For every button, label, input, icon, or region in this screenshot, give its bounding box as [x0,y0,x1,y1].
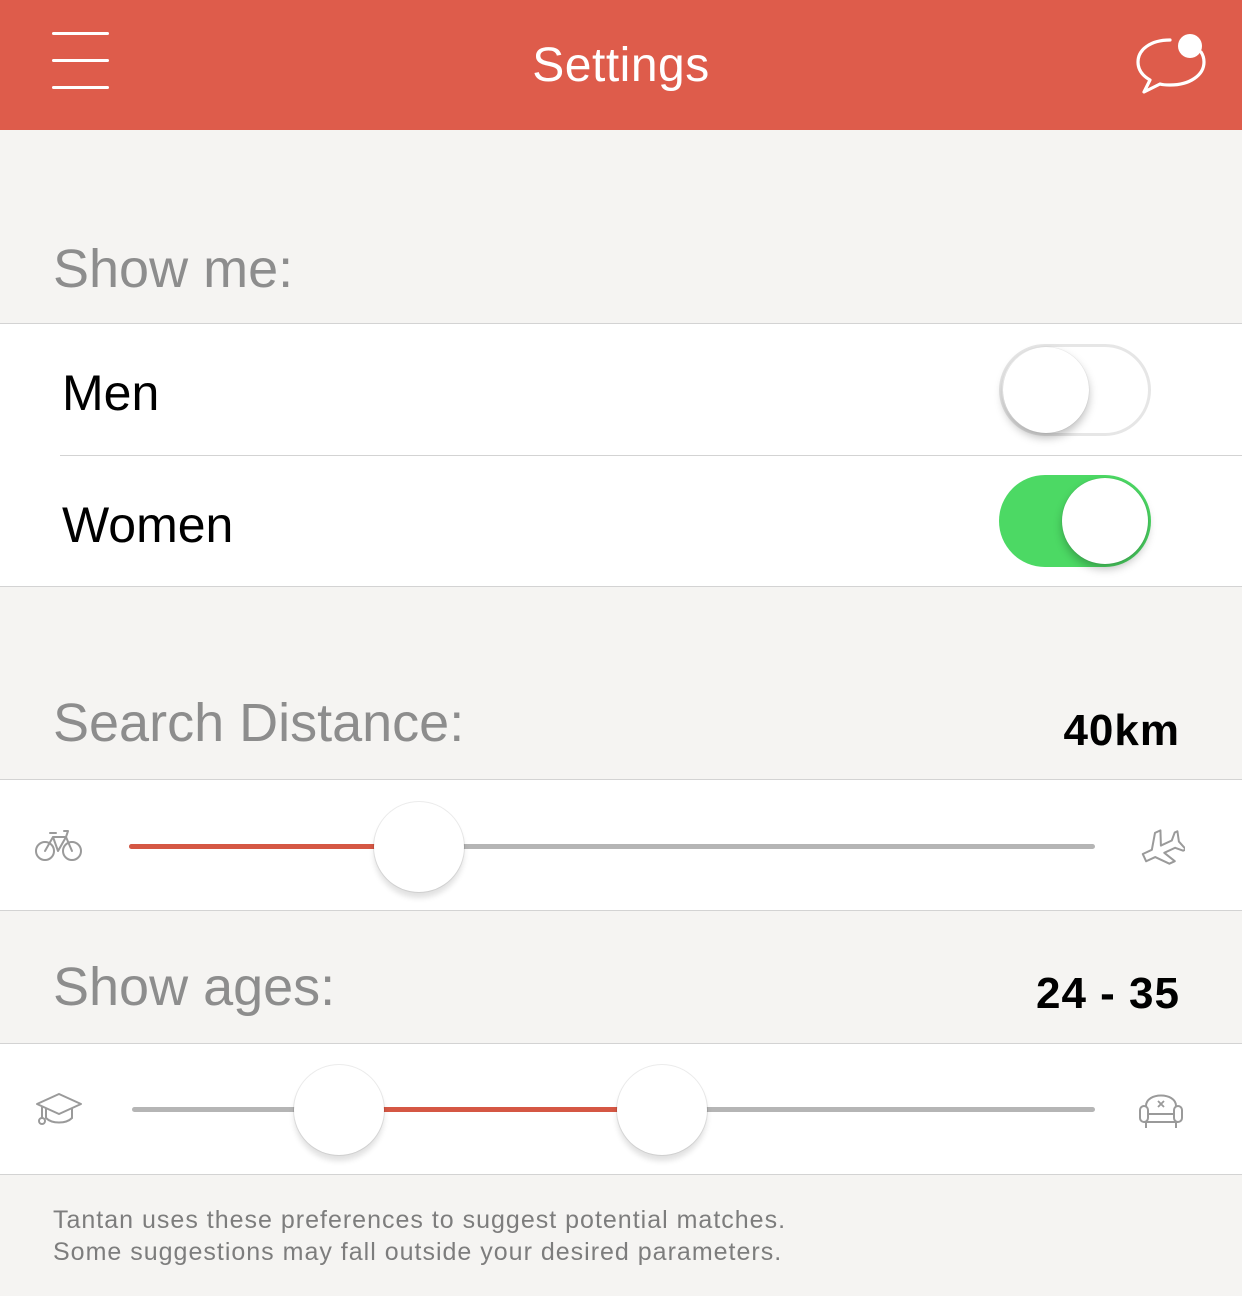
show-me-label: Show me: [53,239,294,299]
page-title: Settings [532,39,710,92]
menu-icon [52,86,109,89]
ages-panel [0,1043,1242,1175]
preferences-footnote: Tantan uses these preferences to suggest… [53,1204,1203,1268]
min-age-slider-thumb[interactable] [294,1065,385,1155]
women-label: Women [62,497,234,553]
ages-track-fill [339,1107,662,1112]
show-ages-label: Show ages: [53,957,336,1017]
menu-button[interactable] [46,26,116,96]
chat-bubble-icon [1136,34,1206,94]
men-toggle[interactable] [999,344,1151,436]
distance-slider-thumb[interactable] [373,802,464,892]
menu-icon [52,32,109,35]
row-divider [60,455,1242,456]
graduation-cap-icon [36,1093,82,1125]
nav-bar: Settings [0,0,1242,130]
footnote-line: Tantan uses these preferences to suggest… [53,1206,787,1234]
toggle-knob [1003,347,1089,433]
search-distance-label: Search Distance: [53,693,465,753]
gender-panel: Men Women [0,323,1242,587]
show-ages-value: 24 - 35 [1036,969,1180,1018]
armchair-icon [1139,1094,1183,1128]
search-distance-value: 40km [1063,706,1180,755]
bicycle-icon [35,830,82,861]
men-label: Men [62,365,160,421]
messages-button[interactable] [1130,26,1212,102]
women-toggle[interactable] [999,475,1151,567]
max-age-slider-thumb[interactable] [616,1065,707,1155]
toggle-knob [1062,478,1148,564]
menu-icon [52,59,109,62]
airplane-icon [1141,829,1185,865]
notification-dot [1178,34,1202,58]
distance-panel [0,779,1242,911]
footnote-line: Some suggestions may fall outside your d… [53,1238,783,1266]
